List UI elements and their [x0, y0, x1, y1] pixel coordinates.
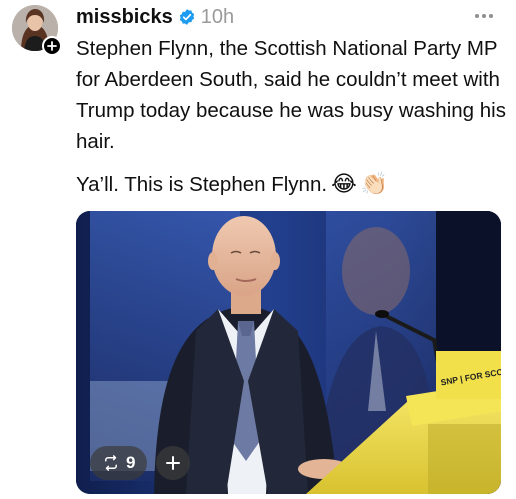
post-timestamp: 10h — [200, 5, 235, 28]
post-image[interactable]: SNP | FOR SCOTLAND 9 — [76, 211, 501, 494]
add-button[interactable] — [156, 446, 190, 480]
follow-button[interactable] — [42, 36, 62, 56]
post-header: missbicks 10h — [76, 4, 234, 30]
more-options-button[interactable] — [472, 6, 496, 26]
repost-count: 9 — [126, 453, 136, 472]
repost-icon — [105, 455, 117, 471]
verified-badge-icon — [178, 8, 196, 26]
repost-button[interactable]: 9 — [90, 446, 148, 480]
post-text-paragraph-2: Ya’ll. This is Stephen Flynn. 😂 👏🏻 — [76, 169, 506, 200]
author-avatar-container[interactable] — [12, 5, 62, 56]
post-text-line: Ya’ll. This is Stephen Flynn. — [76, 173, 328, 196]
laughing-emoji-icon: 😂 — [331, 172, 357, 197]
post-text-paragraph-1: Stephen Flynn, the Scottish National Par… — [76, 37, 506, 153]
author-username[interactable]: missbicks — [76, 6, 173, 29]
plus-icon — [47, 41, 57, 51]
plus-icon — [166, 456, 180, 470]
clapping-hands-emoji-icon: 👏🏻 — [360, 172, 389, 197]
more-horizontal-icon — [475, 14, 493, 18]
